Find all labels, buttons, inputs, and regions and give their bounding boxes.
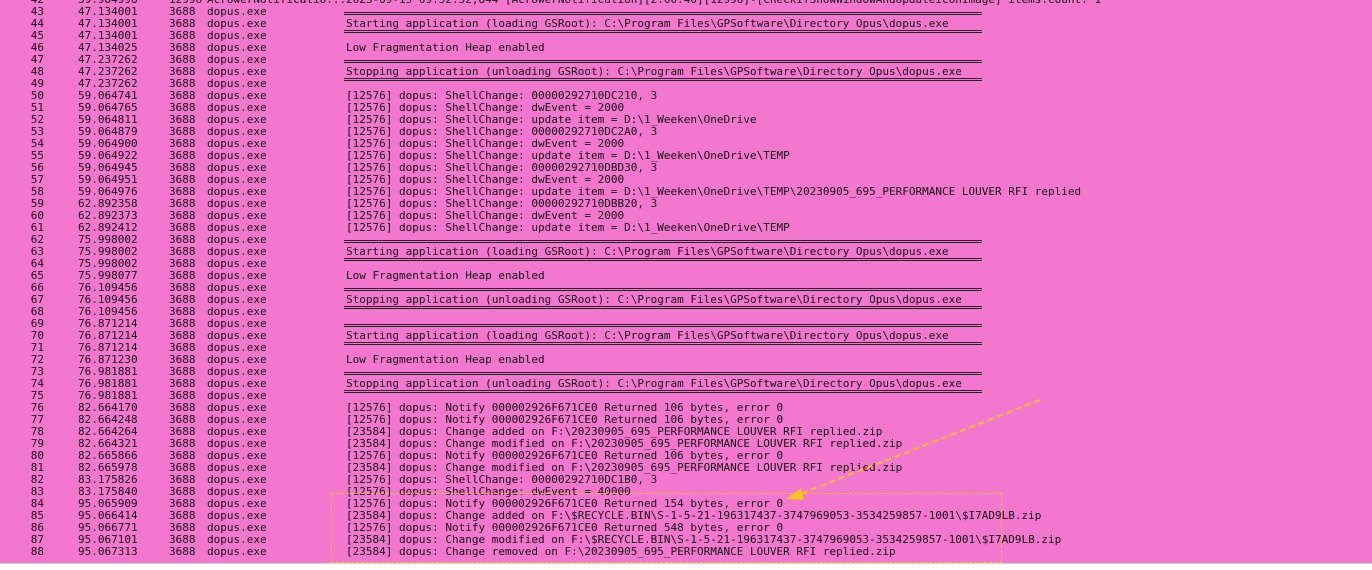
log-row[interactable]: 63 75.998002 3688 dopus.exe Starting applica… [0, 240, 1372, 261]
process-cell: dopus.exe [207, 545, 267, 558]
log-row[interactable]: 61 62.892412 3688 dopus.exe [12576] dopus: S… [0, 222, 1372, 234]
message-cell: Starting application (loading GSRoot): C… [344, 324, 982, 345]
log-row[interactable]: 58 59.064976 3688 dopus.exe [12576] dopus: S… [0, 186, 1372, 198]
log-row[interactable]: 52 59.064811 3688 dopus.exe [12576] dopus: S… [0, 114, 1372, 126]
log-row[interactable]: 64 75.998002 3688 dopus.exe [0, 258, 1372, 270]
log-row[interactable]: 59 62.892358 3688 dopus.exe [12576] dopus: S… [0, 198, 1372, 210]
log-row[interactable]: 67 76.109456 3688 dopus.exe Stopping applica… [0, 288, 1372, 309]
log-row[interactable]: 48 47.237262 3688 dopus.exe Stopping applica… [0, 60, 1372, 81]
log-row[interactable]: 65 75.998077 3688 dopus.exe Low Fragmentatio… [0, 270, 1372, 282]
log-row[interactable]: 74 76.981881 3688 dopus.exe Stopping applica… [0, 372, 1372, 393]
message-cell: Low Fragmentation Heap enabled [346, 269, 545, 282]
message-cell: Low Fragmentation Heap enabled [346, 353, 545, 366]
message-cell: Starting application (loading GSRoot): C… [344, 12, 982, 33]
log-row[interactable]: 81 82.665978 3688 dopus.exe [23584] dopus: C… [0, 462, 1372, 474]
log-row[interactable]: 55 59.064922 3688 dopus.exe [12576] dopus: S… [0, 150, 1372, 162]
log-row[interactable]: 82 83.175826 3688 dopus.exe [12576] dopus: S… [0, 474, 1372, 486]
message-cell: Stopping application (unloading GSRoot):… [344, 288, 982, 309]
message-cell: Low Fragmentation Heap enabled [346, 41, 545, 54]
log-row[interactable]: 50 59.064741 3688 dopus.exe [12576] dopus: S… [0, 90, 1372, 102]
log-row[interactable]: 53 59.064879 3688 dopus.exe [12576] dopus: S… [0, 126, 1372, 138]
log-row[interactable]: 44 47.134001 3688 dopus.exe Starting applica… [0, 12, 1372, 33]
log-row[interactable]: 49 47.237262 3688 dopus.exe [0, 78, 1372, 90]
log-row[interactable]: 45 47.134001 3688 dopus.exe [0, 30, 1372, 42]
debug-log-list[interactable]: 4239.98499812996AcrowerNotificatio...202… [0, 0, 1372, 558]
log-row[interactable]: 56 59.064945 3688 dopus.exe [12576] dopus: S… [0, 162, 1372, 174]
log-row[interactable]: 46 47.134025 3688 dopus.exe Low Fragmentatio… [0, 42, 1372, 54]
log-row[interactable]: 68 76.109456 3688 dopus.exe [0, 306, 1372, 318]
message-cell: Starting application (loading GSRoot): C… [344, 240, 982, 261]
message-cell: Stopping application (unloading GSRoot):… [344, 60, 982, 81]
log-row[interactable]: 70 76.871214 3688 dopus.exe Starting applica… [0, 324, 1372, 345]
log-row[interactable]: 72 76.871230 3688 dopus.exe Low Fragmentatio… [0, 354, 1372, 366]
message-cell: [12576] dopus: ShellChange: update item … [346, 221, 790, 234]
message-cell: Stopping application (unloading GSRoot):… [344, 372, 982, 393]
message-cell: [23584] dopus: Change removed on F:\2023… [346, 545, 896, 558]
pid-cell: 3688 [169, 545, 196, 558]
log-row[interactable]: 88 95.067313 3688 dopus.exe [23584] dopus: C… [0, 546, 1372, 558]
time-cell: 95.067313 [78, 545, 138, 558]
row-number: 88 [30, 545, 44, 558]
log-row[interactable]: 71 76.871214 3688 dopus.exe [0, 342, 1372, 354]
